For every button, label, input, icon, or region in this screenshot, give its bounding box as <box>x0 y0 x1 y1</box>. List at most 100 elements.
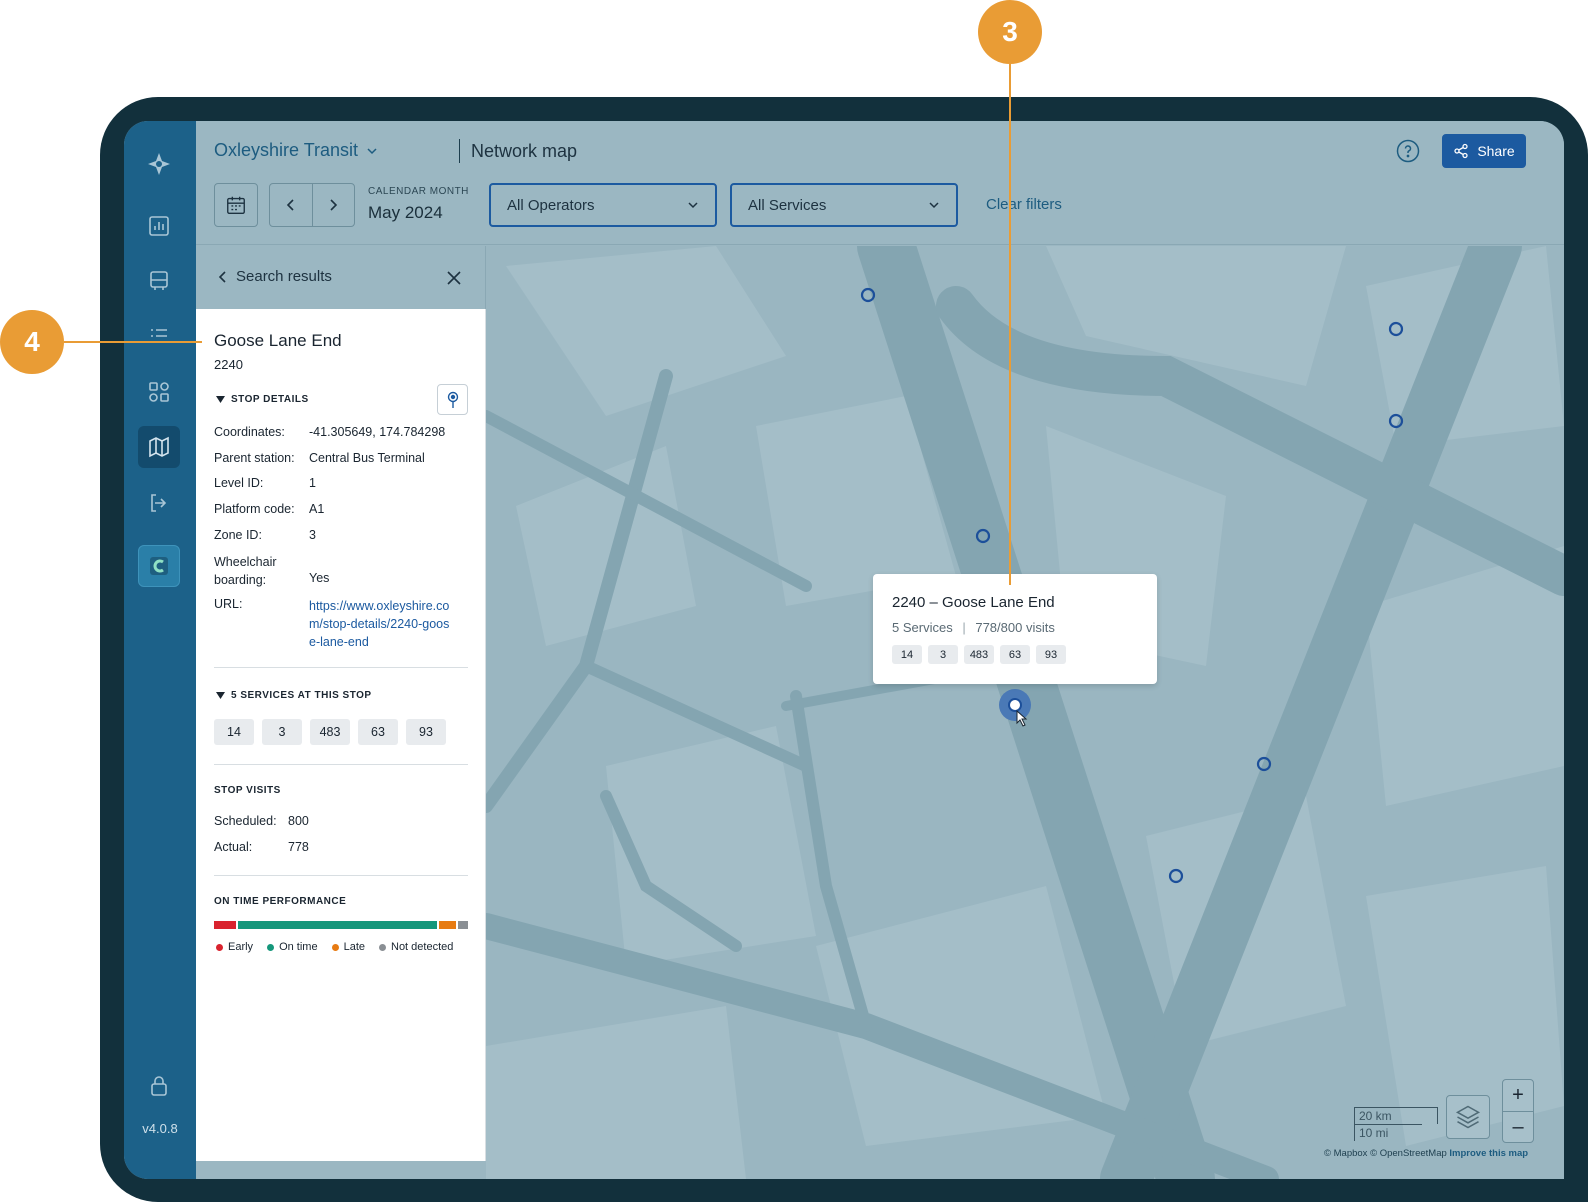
stop-code: 2240 <box>214 357 243 372</box>
service-chip[interactable]: 14 <box>892 645 922 664</box>
service-chip[interactable]: 93 <box>1036 645 1066 664</box>
legend-item: Early <box>216 941 253 953</box>
zoom-controls: + – <box>1502 1079 1534 1143</box>
stop-details-toggle[interactable]: STOP DETAILS <box>216 394 309 405</box>
performance-heading: ON TIME PERFORMANCE <box>214 896 347 907</box>
close-icon[interactable] <box>446 270 462 286</box>
stop-name: Goose Lane End <box>214 331 342 350</box>
share-label: Share <box>1477 143 1515 159</box>
stop-details-heading: STOP DETAILS <box>231 394 309 405</box>
popup-summary: 5 Services | 778/800 visits <box>892 620 1055 635</box>
legend-dot <box>331 943 339 951</box>
service-chip[interactable]: 93 <box>406 719 446 745</box>
calendar-button[interactable] <box>214 183 258 227</box>
performance-segment <box>438 921 457 929</box>
share-icon <box>1454 143 1468 159</box>
panel-header: Search results <box>196 246 486 309</box>
callout-3-badge: 3 <box>978 0 1042 64</box>
service-chip[interactable]: 14 <box>214 719 254 745</box>
stop-details-panel: Goose Lane End 2240 STOP DETAILS Coordin… <box>196 309 486 1161</box>
month-value: May 2024 <box>368 203 443 222</box>
services-select[interactable]: All Services <box>730 183 958 227</box>
attribution-text[interactable]: © Mapbox © OpenStreetMap <box>1324 1148 1447 1159</box>
chevron-right-icon <box>330 199 338 211</box>
legend-item: Not detected <box>379 941 453 953</box>
month-label: CALENDAR MONTH <box>368 186 469 197</box>
logo-icon[interactable] <box>138 143 180 185</box>
service-chip[interactable]: 3 <box>262 719 302 745</box>
chevron-down-icon <box>688 202 698 209</box>
detail-key: Zone ID: <box>214 528 262 542</box>
back-label: Search results <box>236 268 332 285</box>
next-month-button[interactable] <box>311 184 355 226</box>
popup-service-chips: 14 3 483 63 93 <box>892 645 1066 664</box>
legend-label: On time <box>279 941 318 953</box>
detail-key: URL: <box>214 597 243 611</box>
legend-label: Not detected <box>391 941 454 953</box>
bus-icon[interactable] <box>138 260 180 302</box>
popup-visits: 778/800 visits <box>975 620 1055 635</box>
detail-key: Wheelchair boarding: <box>214 555 277 587</box>
operators-select[interactable]: All Operators <box>489 183 717 227</box>
map-icon[interactable] <box>138 426 180 468</box>
legend-dot <box>267 943 275 951</box>
reports-icon[interactable] <box>138 205 180 247</box>
service-chip[interactable]: 483 <box>310 719 350 745</box>
legend-item: On time <box>267 941 318 953</box>
map-pin-icon <box>447 391 458 408</box>
service-chip[interactable]: 483 <box>964 645 994 664</box>
detail-key: Coordinates: <box>214 425 285 439</box>
clear-filters-link[interactable]: Clear filters <box>986 196 1062 213</box>
visits-key: Actual: <box>214 840 253 854</box>
performance-legend: Early On time Late Not detected <box>216 941 453 953</box>
apps-icon[interactable] <box>138 371 180 413</box>
layers-button[interactable] <box>1446 1095 1490 1139</box>
callout-4-badge: 4 <box>0 310 64 374</box>
back-to-search-results[interactable]: Search results <box>218 268 332 285</box>
lock-icon[interactable] <box>138 1065 180 1107</box>
service-chip[interactable]: 3 <box>928 645 958 664</box>
service-chip[interactable]: 63 <box>358 719 398 745</box>
services-toggle[interactable]: 5 SERVICES AT THIS STOP <box>216 690 372 701</box>
callout-4-line <box>64 341 202 343</box>
help-icon[interactable] <box>1396 139 1420 163</box>
sidebar-rail: v4.0.8 <box>124 121 196 1179</box>
share-button[interactable]: Share <box>1442 134 1526 168</box>
improve-map-link[interactable]: Improve this map <box>1449 1148 1528 1159</box>
legend-dot <box>216 943 223 951</box>
stop-popup[interactable]: 2240 – Goose Lane End 5 Services | 778/8… <box>873 574 1157 684</box>
client-logo-icon[interactable] <box>138 545 180 587</box>
divider <box>214 667 468 668</box>
legend-dot <box>379 943 386 951</box>
visits-value: 800 <box>288 814 309 828</box>
network-map[interactable] <box>486 246 1564 1179</box>
legend-label: Late <box>343 941 365 953</box>
previous-month-button[interactable] <box>270 184 312 226</box>
callout-3-line <box>1009 64 1011 585</box>
calendar-icon <box>227 196 245 214</box>
zoom-in-button[interactable]: + <box>1503 1080 1533 1111</box>
stop-url-link[interactable]: https://www.oxleyshire.com/stop-details/… <box>309 597 451 651</box>
chevron-down-icon <box>367 147 377 154</box>
layers-icon <box>1455 1105 1481 1129</box>
detail-value: Central Bus Terminal <box>309 451 425 465</box>
service-chip[interactable]: 63 <box>1000 645 1030 664</box>
list-icon[interactable] <box>138 315 180 357</box>
detail-value: 3 <box>309 528 316 542</box>
locate-stop-button[interactable] <box>437 384 468 415</box>
title-divider <box>459 139 460 163</box>
app-version: v4.0.8 <box>142 1121 178 1136</box>
app-screen: v4.0.8 Oxleyshire Transit Network map Sh… <box>124 121 1564 1179</box>
divider <box>214 875 468 876</box>
scale-km: 20 km <box>1354 1107 1438 1124</box>
zoom-out-button[interactable]: – <box>1503 1111 1533 1142</box>
detail-key: Platform code: <box>214 502 295 516</box>
detail-value: Yes <box>309 571 330 585</box>
popup-title: 2240 – Goose Lane End <box>892 594 1055 611</box>
detail-value: -41.305649, 174.784298 <box>309 425 446 439</box>
logout-icon[interactable] <box>138 482 180 524</box>
detail-value: A1 <box>309 502 325 516</box>
top-bar: Oxleyshire Transit Network map Share CAL… <box>196 121 1564 245</box>
org-switcher[interactable]: Oxleyshire Transit <box>214 140 378 161</box>
popup-services-count: 5 Services <box>892 620 953 635</box>
